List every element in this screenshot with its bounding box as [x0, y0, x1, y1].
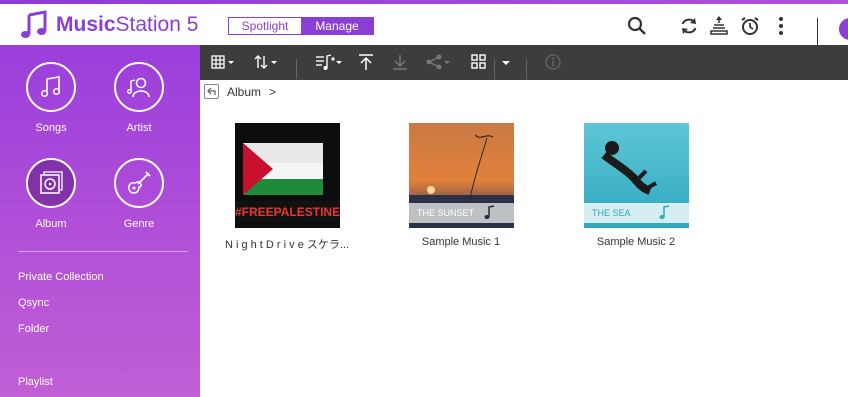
share-button[interactable]	[425, 52, 451, 72]
breadcrumb: Album >	[204, 84, 276, 99]
sidebar-item-genre[interactable]: Genre	[99, 158, 179, 230]
album-cover[interactable]: THE SUNSET	[408, 123, 514, 228]
sort-button[interactable]	[253, 52, 279, 72]
add-to-playlist-button[interactable]	[314, 52, 342, 72]
select-icon	[471, 54, 486, 69]
sidebar-item-label: Album	[35, 218, 67, 230]
artist-icon	[127, 77, 150, 98]
share-icon	[426, 54, 450, 70]
album-item[interactable]: THE SUNSET Sample Music 1	[391, 123, 531, 248]
sidebar-item-private-collection[interactable]: Private Collection	[18, 271, 104, 283]
sidebar: Songs Artist Album Genre Private Collect…	[0, 45, 200, 397]
grid-view-icon	[211, 55, 234, 69]
toolbar	[200, 45, 848, 80]
breadcrumb-current[interactable]: Album	[227, 85, 261, 99]
upload-icon	[359, 54, 373, 70]
add-to-playlist-icon	[316, 54, 342, 70]
album-cover[interactable]: THE SEA	[583, 123, 689, 228]
breadcrumb-separator: >	[269, 84, 277, 99]
download-icon	[393, 55, 407, 70]
sidebar-item-artist[interactable]: Artist	[99, 62, 179, 134]
sidebar-divider	[18, 251, 188, 252]
mode-switch: Spotlight Manage	[228, 17, 374, 35]
cover-text: THE SUNSET	[417, 208, 475, 218]
sidebar-item-label: Genre	[123, 218, 155, 230]
toolbar-separator	[494, 59, 495, 79]
album-title: Sample Music 2	[596, 236, 676, 248]
spotlight-mode-button[interactable]: Spotlight	[229, 18, 301, 34]
background-task-icon[interactable]	[708, 15, 730, 37]
album-icon	[40, 171, 63, 194]
more-vertical-icon[interactable]	[770, 15, 792, 37]
select-mode-button[interactable]	[470, 52, 488, 72]
sort-icon	[254, 55, 277, 69]
genre-circle	[114, 158, 164, 208]
toolbar-separator	[296, 59, 297, 79]
sidebar-item-songs[interactable]: Songs	[11, 62, 91, 134]
toolbar-separator	[526, 59, 527, 79]
album-cover-art: #FREEPALESTINE	[234, 123, 340, 228]
info-icon	[545, 54, 561, 70]
music-note-icon	[40, 76, 61, 98]
select-options-dropdown[interactable]	[500, 52, 512, 72]
album-item[interactable]: THE SEA Sample Music 2	[566, 123, 706, 248]
refresh-icon[interactable]	[678, 15, 700, 37]
cover-text: #FREEPALESTINE	[235, 205, 340, 219]
sidebar-item-playlist[interactable]: Playlist	[18, 376, 53, 388]
manage-mode-button[interactable]: Manage	[301, 18, 373, 34]
info-button[interactable]	[544, 52, 562, 72]
sidebar-item-label: Artist	[126, 122, 152, 134]
album-cover[interactable]: #FREEPALESTINE	[234, 123, 340, 228]
sidebar-item-label: Songs	[35, 122, 67, 134]
upload-button[interactable]	[357, 52, 375, 72]
music-note-logo-icon	[21, 10, 47, 38]
guitar-icon	[128, 171, 151, 194]
grid-view-button[interactable]	[211, 52, 235, 72]
app-title-rest: Station 5	[115, 13, 199, 36]
back-icon[interactable]	[204, 84, 219, 99]
search-icon[interactable]	[626, 15, 648, 37]
sidebar-item-album[interactable]: Album	[11, 158, 91, 230]
album-cover-art: THE SEA	[583, 123, 689, 228]
alarm-clock-icon[interactable]	[739, 15, 761, 37]
app-header: MusicStation 5 Spotlight Manage	[0, 4, 848, 48]
album-cover-art: THE SUNSET	[408, 123, 514, 228]
download-button[interactable]	[391, 52, 409, 72]
artist-circle	[114, 62, 164, 112]
sidebar-item-folder[interactable]: Folder	[18, 323, 49, 335]
header-divider	[817, 18, 818, 48]
back-arrow-icon	[207, 87, 216, 95]
album-title: Sample Music 1	[421, 236, 501, 248]
album-item[interactable]: #FREEPALESTINE N i g h t D r i v e スケラ..…	[217, 123, 357, 252]
app-logo: MusicStation 5	[20, 10, 198, 40]
sidebar-item-qsync[interactable]: Qsync	[18, 297, 49, 309]
songs-circle	[26, 62, 76, 112]
album-title: N i g h t D r i v e スケラ...	[224, 239, 350, 251]
app-title-bold: Music	[56, 13, 116, 36]
cover-text: THE SEA	[592, 208, 631, 218]
album-circle	[26, 158, 76, 208]
dropdown-icon	[502, 61, 510, 65]
app-title: MusicStation 5	[56, 10, 198, 40]
user-avatar[interactable]	[839, 18, 848, 40]
